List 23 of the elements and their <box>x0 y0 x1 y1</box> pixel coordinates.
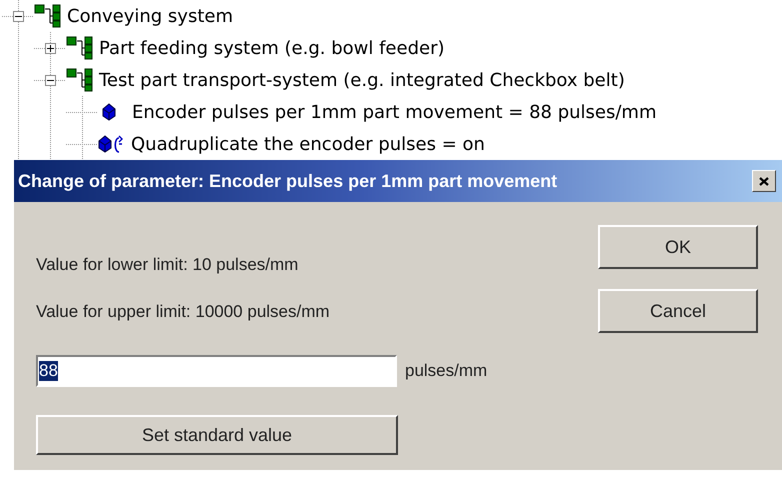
limit-label: Value for upper limit: 10000 pulses/mm <box>36 301 331 323</box>
close-icon <box>759 176 769 186</box>
dialog-title: Change of parameter: Encoder pulses per 1mm part movement <box>18 170 558 192</box>
set-standard-button[interactable]: Set standard value <box>36 415 398 455</box>
collapse-icon[interactable] <box>44 74 56 86</box>
node-tree-icon <box>66 36 93 60</box>
cube-icon <box>102 103 116 121</box>
collapse-icon[interactable] <box>12 10 24 22</box>
node-tree-icon <box>66 68 93 92</box>
input-field[interactable]: 88 <box>36 355 397 387</box>
tree-item[interactable]: Quadruplicate the encoder pulses = on <box>131 134 485 154</box>
cancel-button[interactable]: Cancel <box>598 289 758 333</box>
cube-arrow-icon <box>98 135 123 153</box>
tree-item[interactable]: Conveying system <box>67 6 233 26</box>
close-button[interactable] <box>752 170 776 192</box>
tree-item[interactable]: Test part transport-system (e.g. integrated Checkbox belt) <box>99 70 625 90</box>
node-tree-icon <box>34 4 61 28</box>
limit-label: Value for lower limit: 10 pulses/mm <box>36 254 300 276</box>
tree-item[interactable]: Part feeding system (e.g. bowl feeder) <box>99 38 444 58</box>
unit-label: pulses/mm <box>405 361 488 381</box>
expand-icon[interactable] <box>44 42 56 54</box>
tree-item[interactable]: Encoder pulses per 1mm part movement = 88 pulses/mm <box>132 102 656 122</box>
ok-button[interactable]: OK <box>598 225 758 269</box>
